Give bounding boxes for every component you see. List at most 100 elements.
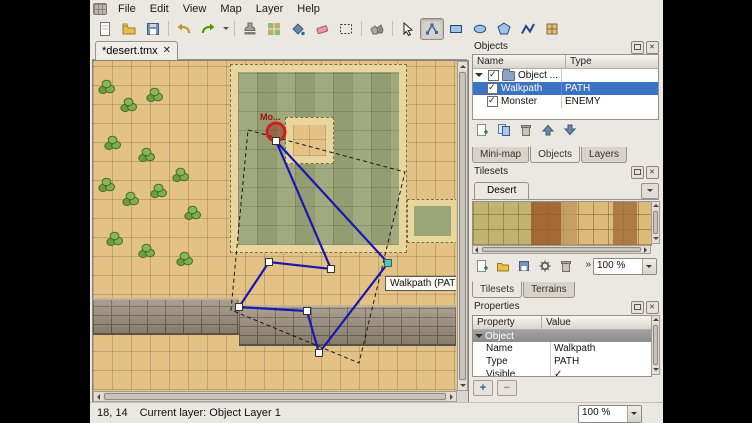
tileset-dropdown-icon[interactable] [641,183,659,199]
import-tileset-icon[interactable] [493,257,512,275]
redo-icon[interactable] [196,18,220,40]
object-group-icon [502,71,515,81]
vscroll-thumb[interactable] [459,72,466,380]
tab-tilesets[interactable]: Tilesets [472,281,522,298]
hscroll-thumb[interactable] [104,393,446,400]
property-group-object[interactable]: Object [473,330,651,342]
tileset-properties-icon[interactable] [535,257,554,275]
tab-layers[interactable]: Layers [581,147,627,163]
select-objects-icon[interactable] [396,18,420,40]
insert-rectangle-icon[interactable] [444,18,468,40]
properties-table-header[interactable]: Property Value [473,316,651,330]
scroll-up-icon[interactable] [458,62,467,71]
edit-polygons-icon[interactable] [420,18,444,40]
eraser-icon[interactable] [310,18,334,40]
close-icon[interactable] [646,41,659,54]
insert-ellipse-icon[interactable] [468,18,492,40]
menu-view[interactable]: View [176,2,214,16]
close-icon[interactable] [646,166,659,179]
property-row-type[interactable]: Type PATH [473,355,651,368]
tileset-preview[interactable] [472,201,652,246]
close-icon[interactable]: ✕ [163,46,171,56]
toolbar-separator [361,21,362,36]
remove-tileset-icon[interactable] [556,257,575,275]
canvas-hscrollbar[interactable] [93,391,457,402]
document-tab[interactable]: *desert.tmx ✕ [95,41,178,60]
new-tileset-icon[interactable] [472,257,491,275]
tileset-zoom-select[interactable]: 100 % [593,258,657,275]
cursor-coordinates: 18, 14 [97,407,128,419]
zoom-select[interactable]: 100 % [578,405,642,423]
duplicate-object-icon[interactable] [494,121,513,139]
float-icon[interactable] [631,166,644,179]
tab-terrains[interactable]: Terrains [523,282,575,298]
menu-file[interactable]: File [111,2,143,16]
float-icon[interactable] [631,301,644,314]
objects-dock-title: Objects [470,40,661,54]
objects-dock: Objects Name Type Object ... [470,40,661,163]
column-value: Value [541,316,651,329]
walkpath-polygon[interactable] [239,141,388,353]
stamp-brush-icon[interactable] [238,18,262,40]
insert-polyline-icon[interactable] [516,18,540,40]
property-row-visible[interactable]: Visible ✓ [473,368,651,377]
menu-map[interactable]: Map [213,2,248,16]
float-icon[interactable] [631,41,644,54]
checkbox-checked-icon[interactable] [488,70,499,81]
tile-stamp-icon[interactable] [365,18,389,40]
object-row-monster[interactable]: Monster ENEMY [473,95,658,108]
menu-layer[interactable]: Layer [249,2,291,16]
checkbox-checked-icon[interactable] [487,96,498,107]
object-row-walkpath[interactable]: Walkpath PATH [473,82,658,95]
toolbar-separator [234,21,235,36]
chevron-down-icon[interactable] [627,406,641,422]
terrain-brush-icon[interactable] [262,18,286,40]
toolbar-overflow-icon[interactable]: » [585,259,591,270]
menu-help[interactable]: Help [290,2,327,16]
toolbar-separator [392,21,393,36]
monster-marker-label: Mo... [260,112,281,122]
canvas-vscrollbar[interactable] [457,61,468,391]
map-canvas[interactable]: Mo... Walkpath (PATH) [92,60,469,403]
menu-edit[interactable]: Edit [143,2,176,16]
undo-icon[interactable] [172,18,196,40]
objects-table-header[interactable]: Name Type [473,55,658,69]
tileset-tab-desert[interactable]: Desert [474,182,529,199]
checkbox-checked-icon[interactable] [487,83,498,94]
rectangular-select-icon[interactable] [334,18,358,40]
add-object-icon[interactable] [472,121,491,139]
insert-tile-icon[interactable] [540,18,564,40]
insert-polygon-icon[interactable] [492,18,516,40]
tab-mini-map[interactable]: Mini-map [472,147,529,163]
lower-object-icon[interactable] [560,121,579,139]
document-tab-title: *desert.tmx [102,45,158,57]
remove-property-button[interactable]: − [497,380,517,396]
tab-objects[interactable]: Objects [530,146,580,163]
redo-history-icon[interactable] [220,19,231,39]
add-property-button[interactable]: + [473,380,493,396]
expander-icon[interactable] [475,73,483,81]
export-tileset-icon[interactable] [514,257,533,275]
map-view[interactable]: Mo... Walkpath (PATH) [93,61,456,390]
menu-bar: File Edit View Map Layer Help [90,0,663,17]
scroll-right-icon[interactable] [447,392,456,401]
visible-checkbox[interactable]: ✓ [550,368,651,377]
open-icon[interactable] [117,18,141,40]
tileset-vscrollbar[interactable] [651,201,660,244]
properties-dock-title: Properties [470,300,661,314]
scroll-down-icon[interactable] [458,381,467,390]
new-icon[interactable] [93,18,117,40]
tileset-hscrollbar[interactable] [472,245,651,254]
property-row-name[interactable]: Name Walkpath [473,342,651,355]
main-toolbar [90,17,663,40]
close-icon[interactable] [646,301,659,314]
raise-object-icon[interactable] [538,121,557,139]
bucket-fill-icon[interactable] [286,18,310,40]
expander-icon[interactable] [475,334,483,342]
chevron-down-icon[interactable] [642,259,656,274]
save-icon[interactable] [141,18,165,40]
remove-object-icon[interactable] [516,121,535,139]
scroll-left-icon[interactable] [94,392,103,401]
object-group-row[interactable]: Object ... [473,69,658,82]
properties-vscrollbar[interactable] [651,315,660,375]
